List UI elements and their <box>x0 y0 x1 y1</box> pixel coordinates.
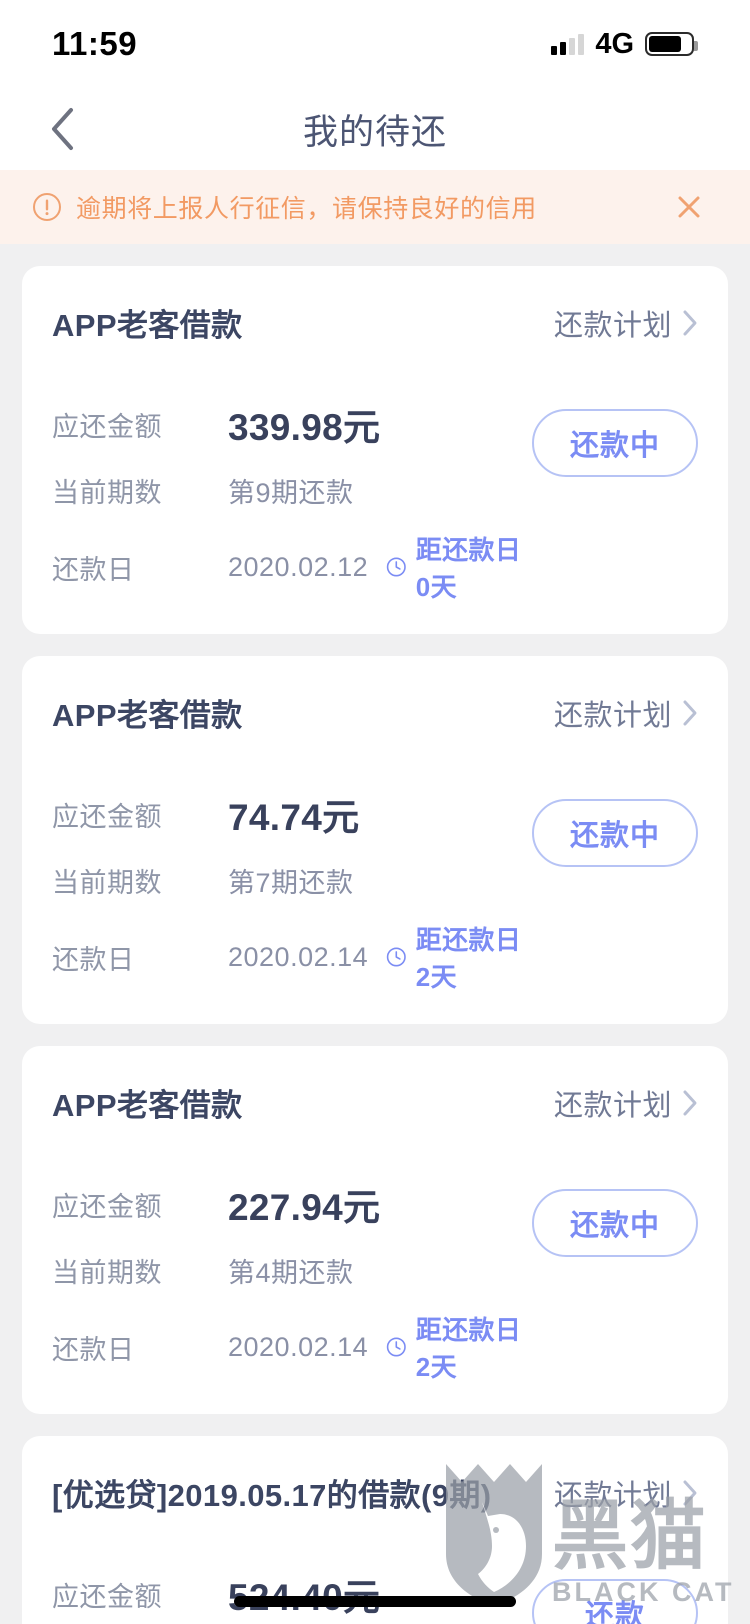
due-date-label: 还款日 <box>52 944 135 975</box>
loan-card-list: APP老客借款 还款计划 应还金额 339.98元 当前期数 第9期还款 还款日… <box>0 244 750 1624</box>
due-date-label: 还款日 <box>52 1334 135 1365</box>
repayment-plan-link[interactable]: 还款计划 <box>554 302 698 344</box>
clock-icon <box>386 947 406 967</box>
warning-circle-icon <box>33 193 61 221</box>
amount-label: 应还金额 <box>52 411 162 442</box>
amount-row: 应还金额 524.40元 <box>52 1567 532 1621</box>
repayment-plan-label: 还款计划 <box>553 699 672 732</box>
repayment-plan-link[interactable]: 还款计划 <box>554 692 698 734</box>
countdown-group: 距还款日2天 <box>386 920 532 994</box>
loan-card-body: 应还金额 74.74元 当前期数 第7期还款 还款日 2020.02.14 距还… <box>52 787 698 994</box>
due-date-value: 2020.02.12 <box>228 551 369 582</box>
amount-row: 应还金额 227.94元 <box>52 1177 532 1231</box>
status-time: 11:59 <box>52 25 138 62</box>
nav-bar: 我的待还 <box>0 88 750 170</box>
loan-card-header: APP老客借款 还款计划 <box>52 300 698 345</box>
home-indicator[interactable] <box>234 1596 516 1607</box>
loan-detail-rows: 应还金额 74.74元 当前期数 第7期还款 还款日 2020.02.14 距还… <box>52 787 532 994</box>
period-row: 当前期数 第4期还款 <box>52 1251 532 1290</box>
battery-icon <box>645 32 698 56</box>
period-row: 当前期数 第7期还款 <box>52 861 532 900</box>
chevron-right-icon <box>683 310 697 335</box>
loan-action: 还款中 <box>532 787 698 867</box>
amount-label: 应还金额 <box>52 801 162 832</box>
clock-icon <box>386 557 406 577</box>
countdown-group: 距还款日2天 <box>386 1310 532 1384</box>
loan-card-header: APP老客借款 还款计划 <box>52 1080 698 1125</box>
amount-label: 应还金额 <box>52 1191 162 1222</box>
repayment-plan-label: 还款计划 <box>553 309 672 342</box>
countdown-text: 距还款日2天 <box>415 1315 522 1382</box>
credit-warning-banner: 逾期将上报人行征信，请保持良好的信用 <box>0 170 750 244</box>
loan-title: APP老客借款 <box>52 308 243 343</box>
repay-status-button[interactable]: 还款中 <box>532 1189 698 1257</box>
loan-card-body: 应还金额 227.94元 当前期数 第4期还款 还款日 2020.02.14 距… <box>52 1177 698 1384</box>
due-date-label: 还款日 <box>52 554 135 585</box>
due-date-value: 2020.02.14 <box>228 941 369 972</box>
page-title: 我的待还 <box>302 112 447 152</box>
back-button[interactable] <box>38 105 86 153</box>
phone-screen: 11:59 4G 我的待还 逾期将上报人行征信，请保持良好的信用 APP老客借款… <box>0 0 750 1624</box>
amount-value: 524.40元 <box>228 1567 380 1621</box>
repayment-plan-label: 还款计划 <box>553 1479 672 1512</box>
loan-detail-rows: 应还金额 339.98元 当前期数 第9期还款 还款日 2020.02.12 距… <box>52 397 532 604</box>
countdown-group: 距还款日0天 <box>386 530 532 604</box>
loan-action: 还款中 <box>532 1177 698 1257</box>
period-value: 第4期还款 <box>228 1258 354 1288</box>
amount-value: 227.94元 <box>228 1187 381 1228</box>
period-row: 当前期数 第9期还款 <box>52 471 532 510</box>
repay-button[interactable]: 还款 <box>532 1579 698 1624</box>
status-indicators: 4G <box>551 27 698 61</box>
chevron-right-icon <box>683 700 697 725</box>
due-date-row: 还款日 2020.02.14 距还款日2天 <box>52 920 532 994</box>
loan-card-header: [优选贷]2019.05.17的借款(9期) 还款计划 <box>52 1470 698 1515</box>
chevron-right-icon <box>683 1480 697 1505</box>
repayment-plan-label: 还款计划 <box>553 1089 672 1122</box>
loan-title: [优选贷]2019.05.17的借款(9期) <box>52 1478 492 1513</box>
period-label: 当前期数 <box>52 868 162 898</box>
status-bar: 11:59 4G <box>0 0 750 88</box>
chevron-right-icon <box>683 1090 697 1115</box>
amount-row: 应还金额 339.98元 <box>52 397 532 451</box>
amount-value: 339.98元 <box>228 407 381 448</box>
loan-title: APP老客借款 <box>52 698 243 733</box>
period-value: 第9期还款 <box>228 478 354 508</box>
loan-card: APP老客借款 还款计划 应还金额 227.94元 当前期数 第4期还款 还款日… <box>22 1046 728 1414</box>
amount-row: 应还金额 74.74元 <box>52 787 532 841</box>
network-type-label: 4G <box>595 27 634 60</box>
due-date-row: 还款日 2020.02.12 距还款日0天 <box>52 530 532 604</box>
amount-label: 应还金额 <box>52 1581 162 1612</box>
countdown-text: 距还款日2天 <box>415 925 522 992</box>
loan-card-header: APP老客借款 还款计划 <box>52 690 698 735</box>
chevron-left-icon <box>52 108 73 150</box>
banner-text: 逾期将上报人行征信，请保持良好的信用 <box>76 195 537 223</box>
loan-card: APP老客借款 还款计划 应还金额 339.98元 当前期数 第9期还款 还款日… <box>22 266 728 634</box>
loan-title: APP老客借款 <box>52 1088 243 1123</box>
repay-status-button[interactable]: 还款中 <box>532 799 698 867</box>
countdown-text: 距还款日0天 <box>415 535 522 602</box>
loan-card: APP老客借款 还款计划 应还金额 74.74元 当前期数 第7期还款 还款日 … <box>22 656 728 1024</box>
close-icon <box>678 196 700 218</box>
loan-action: 还款 <box>532 1567 698 1624</box>
repayment-plan-link[interactable]: 还款计划 <box>554 1082 698 1124</box>
clock-icon <box>386 1337 406 1357</box>
banner-close-button[interactable] <box>666 184 712 230</box>
due-date-value: 2020.02.14 <box>228 1331 369 1362</box>
signal-strength-icon <box>551 33 585 55</box>
period-value: 第7期还款 <box>228 868 354 898</box>
period-label: 当前期数 <box>52 1258 162 1288</box>
repayment-plan-link[interactable]: 还款计划 <box>554 1472 698 1514</box>
period-label: 当前期数 <box>52 478 162 508</box>
loan-detail-rows: 应还金额 227.94元 当前期数 第4期还款 还款日 2020.02.14 距… <box>52 1177 532 1384</box>
due-date-row: 还款日 2020.02.14 距还款日2天 <box>52 1310 532 1384</box>
repay-status-button[interactable]: 还款中 <box>532 409 698 477</box>
loan-card-body: 应还金额 339.98元 当前期数 第9期还款 还款日 2020.02.12 距… <box>52 397 698 604</box>
loan-action: 还款中 <box>532 397 698 477</box>
amount-value: 74.74元 <box>228 797 360 838</box>
